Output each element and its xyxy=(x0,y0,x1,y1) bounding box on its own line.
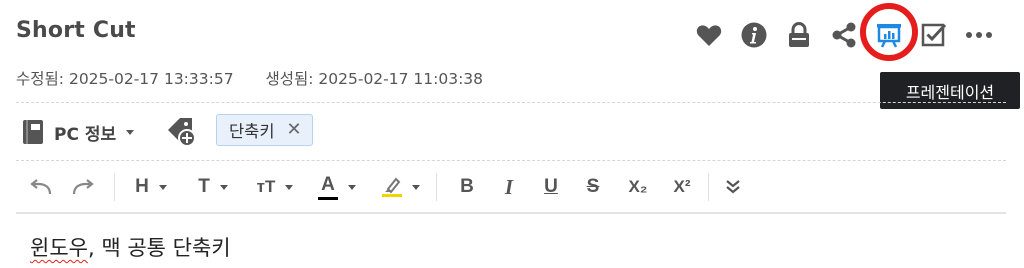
font-size-button[interactable]: тT xyxy=(252,171,298,203)
lock-button[interactable] xyxy=(782,18,816,52)
superscript-label: X² xyxy=(673,177,691,196)
heading-button[interactable]: H xyxy=(128,171,174,203)
chevron-down-icon xyxy=(348,184,356,190)
font-color-icon: A xyxy=(318,174,338,200)
add-tag-button[interactable] xyxy=(166,116,198,148)
highlighter-icon xyxy=(382,177,402,197)
header-divider xyxy=(16,102,1006,103)
toolbar-separator xyxy=(708,173,709,201)
share-icon xyxy=(832,22,856,48)
underline-label: U xyxy=(544,176,558,197)
bold-label: B xyxy=(460,176,474,197)
subscript-label: X₂ xyxy=(628,177,648,196)
info-button[interactable] xyxy=(737,18,771,52)
font-color-label: A xyxy=(321,174,335,195)
editor-toolbar: H T тT A B I U S X₂ X² xyxy=(16,160,1006,214)
underline-button[interactable]: U xyxy=(536,171,566,203)
heart-icon xyxy=(696,25,722,46)
info-icon xyxy=(741,22,767,48)
highlight-color-button[interactable] xyxy=(376,171,426,203)
toolbar-separator xyxy=(436,173,437,201)
toolbar-separator xyxy=(114,173,115,201)
tag-add-icon xyxy=(168,118,196,147)
bold-button[interactable]: B xyxy=(452,171,482,203)
chevron-down-icon xyxy=(285,184,294,190)
heading-label: H xyxy=(135,176,149,197)
chevron-down-icon xyxy=(126,129,135,135)
checkbox-icon xyxy=(921,23,947,47)
notebook-icon xyxy=(23,120,43,144)
chevron-down-icon xyxy=(158,184,167,190)
tag-chip[interactable]: 단축키 ✕ xyxy=(216,114,313,146)
redo-button[interactable] xyxy=(68,171,98,203)
favorite-button[interactable] xyxy=(692,18,726,52)
body-text: , 맥 공통 단축키 xyxy=(87,236,231,260)
modified-value: 2025-02-17 13:33:57 xyxy=(68,70,234,88)
chevron-down-icon xyxy=(219,184,228,190)
modified-label: 수정됨: xyxy=(16,70,65,88)
created-label: 생성됨: xyxy=(265,70,314,88)
created-value: 2025-02-17 11:03:38 xyxy=(318,70,484,88)
presentation-tooltip: 프레젠테이션 xyxy=(880,72,1020,109)
strikethrough-button[interactable]: S xyxy=(578,171,608,203)
redo-icon xyxy=(72,179,94,195)
undo-icon xyxy=(30,179,52,195)
italic-label: I xyxy=(504,174,514,199)
tag-chip-label: 단축키 xyxy=(229,122,275,141)
note-timestamps: 수정됨: 2025-02-17 13:33:57 생성됨: 2025-02-17… xyxy=(16,67,483,89)
presentation-button[interactable] xyxy=(872,18,906,52)
note-body[interactable]: 윈도우, 맥 공통 단축키 xyxy=(30,232,231,262)
more-button[interactable] xyxy=(962,18,996,52)
remove-tag-icon[interactable]: ✕ xyxy=(287,121,302,139)
expand-toolbar-button[interactable] xyxy=(718,171,748,203)
note-title[interactable]: Short Cut xyxy=(16,18,136,43)
font-color-button[interactable]: A xyxy=(314,171,360,203)
superscript-button[interactable]: X² xyxy=(664,171,700,203)
more-icon xyxy=(966,32,992,38)
task-button[interactable] xyxy=(917,18,951,52)
subscript-button[interactable]: X₂ xyxy=(620,171,656,203)
italic-button[interactable]: I xyxy=(494,171,524,203)
misspelled-word[interactable]: 윈도우 xyxy=(30,236,88,260)
notebook-selector[interactable]: PC 정보 xyxy=(22,118,135,146)
share-button[interactable] xyxy=(827,18,861,52)
text-style-label: T xyxy=(198,176,210,197)
presentation-icon xyxy=(877,24,901,48)
font-size-label: тT xyxy=(256,177,276,196)
undo-button[interactable] xyxy=(26,171,56,203)
text-style-button[interactable]: T xyxy=(190,171,236,203)
chevron-down-icon xyxy=(412,184,420,190)
lock-icon xyxy=(789,22,809,47)
strikethrough-label: S xyxy=(586,176,600,197)
notebook-label: PC 정보 xyxy=(54,124,117,145)
double-chevron-down-icon xyxy=(726,180,740,194)
